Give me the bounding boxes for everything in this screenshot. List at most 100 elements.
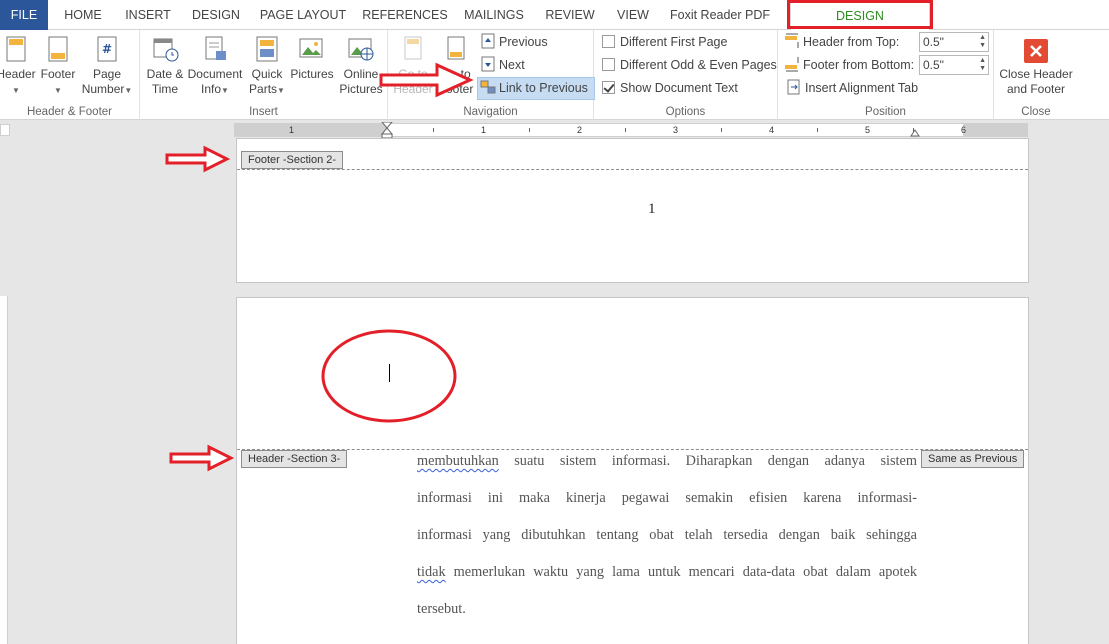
footer-from-bottom-label-row: Footer from Bottom:	[784, 55, 914, 75]
footer-icon	[48, 36, 68, 62]
spinner-arrows-icon[interactable]: ▲ ▼	[979, 34, 986, 50]
different-odd-even-checkbox[interactable]: Different Odd & Even Pages	[602, 55, 777, 75]
header-from-top-label-row: Header from Top:	[784, 32, 899, 52]
indent-marker-icon[interactable]	[381, 122, 393, 139]
caret-down-icon: ▼	[221, 86, 229, 95]
previous-button[interactable]: Previous	[480, 32, 548, 52]
body-line-text: tersebut.	[417, 601, 466, 617]
header-from-top-label: Header from Top:	[803, 35, 900, 49]
right-indent-marker-icon[interactable]	[910, 127, 920, 137]
annotation-arrow-header	[169, 444, 234, 472]
caret-down-icon: ▼	[12, 86, 20, 95]
page-number-icon: #	[97, 36, 117, 62]
body-line: membutuhkan suatu sistem informasi. Diha…	[417, 451, 917, 488]
tab-references[interactable]: REFERENCES	[362, 0, 448, 30]
close-header-footer-label-1: Close Header	[999, 67, 1073, 81]
footer-from-bottom-input[interactable]: 0.5" ▲ ▼	[919, 55, 989, 75]
ruler-tick	[625, 128, 626, 132]
page-number-button[interactable]: # Page Number▼	[80, 32, 134, 98]
group-position: Header from Top: 0.5" ▲ ▼ Footer from Bot…	[778, 30, 994, 120]
header-button[interactable]: Header ▼	[0, 32, 38, 98]
group-label-close: Close	[1021, 106, 1051, 118]
tab-home[interactable]: HOME	[56, 0, 110, 30]
vertical-ruler[interactable]	[0, 296, 8, 644]
spelling-flagged-word[interactable]: membutuhkan	[417, 453, 499, 469]
document-info-label-2: Info	[201, 82, 222, 96]
ruler-number: 3	[673, 125, 679, 135]
caret-down-icon: ▼	[54, 86, 62, 95]
tab-page-layout[interactable]: PAGE LAYOUT	[258, 0, 348, 30]
header-button-label: Header	[0, 67, 36, 81]
tab-view[interactable]: VIEW	[612, 0, 654, 30]
ruler-tick	[433, 128, 434, 132]
pictures-button[interactable]: Pictures	[288, 32, 336, 82]
group-label-navigation: Navigation	[463, 106, 518, 118]
horizontal-ruler[interactable]: 1 1 2 3 4 5 6	[234, 122, 1028, 139]
document-body-text[interactable]: membutuhkan suatu sistem informasi. Diha…	[417, 451, 917, 636]
tab-review[interactable]: REVIEW	[542, 0, 598, 30]
group-label-options: Options	[665, 106, 706, 118]
ruler-margin-left	[235, 124, 387, 136]
insert-alignment-tab-button[interactable]: Insert Alignment Tab	[786, 78, 918, 98]
header-icon	[6, 36, 26, 62]
group-header-footer: Header ▼ Footer ▼ # Page Number▼ Header & F…	[0, 30, 140, 120]
spinner-arrows-icon[interactable]: ▲ ▼	[979, 57, 986, 73]
ruler-tick	[721, 128, 722, 132]
checkbox-box[interactable]	[602, 81, 615, 94]
go-to-header-icon	[404, 36, 422, 60]
footer-boundary-line	[237, 169, 1028, 170]
online-pictures-icon	[348, 38, 374, 61]
ruler-number: 4	[769, 125, 775, 135]
checkbox-box[interactable]	[602, 58, 615, 71]
calendar-clock-icon	[153, 38, 179, 62]
page-number-field[interactable]: 1	[648, 201, 656, 218]
alignment-tab-icon	[787, 79, 800, 95]
footer-button[interactable]: Footer ▼	[38, 32, 78, 98]
tab-insert[interactable]: INSERT	[120, 0, 176, 30]
tab-file[interactable]: FILE	[0, 0, 48, 30]
ruler-tick	[817, 128, 818, 132]
different-first-page-checkbox[interactable]: Different First Page	[602, 32, 727, 52]
ruler-tick	[529, 128, 530, 132]
show-document-text-checkbox[interactable]: Show Document Text	[602, 78, 738, 98]
footer-from-bottom-value: 0.5"	[923, 58, 944, 72]
next-label: Next	[499, 58, 525, 72]
document-info-icon	[205, 36, 226, 60]
insert-alignment-tab-label: Insert Alignment Tab	[805, 81, 919, 95]
close-header-footer-button[interactable]: Close Header and Footer	[996, 36, 1076, 97]
next-section-icon	[481, 56, 495, 72]
body-line-text: informasi yang dibutuhkan tentang obat t…	[417, 527, 917, 543]
pictures-label: Pictures	[290, 67, 334, 81]
different-first-page-label: Different First Page	[620, 35, 728, 49]
tab-foxit-reader-pdf[interactable]: Foxit Reader PDF	[668, 0, 772, 30]
page-1-bottom: Footer -Section 2- 1	[236, 138, 1029, 283]
link-to-previous-button[interactable]: Link to Previous	[477, 77, 595, 100]
next-button[interactable]: Next	[480, 55, 525, 75]
date-time-label-1: Date &	[146, 67, 184, 81]
group-label-insert: Insert	[249, 106, 278, 118]
quick-parts-label-1: Quick	[251, 67, 283, 81]
previous-label: Previous	[499, 35, 548, 49]
date-time-button[interactable]: Date & Time	[144, 32, 186, 97]
tab-mailings[interactable]: MAILINGS	[460, 0, 528, 30]
word-window: FILE HOME INSERT DESIGN PAGE LAYOUT REFE…	[0, 0, 1109, 644]
online-pictures-label-2: Pictures	[339, 82, 383, 96]
online-pictures-label-1: Online	[343, 67, 379, 81]
body-line: tersebut.	[417, 599, 917, 636]
ribbon-tab-bar: FILE HOME INSERT DESIGN PAGE LAYOUT REFE…	[0, 0, 1109, 31]
header-from-top-input[interactable]: 0.5" ▲ ▼	[919, 32, 989, 52]
same-as-previous-tag: Same as Previous	[921, 450, 1025, 468]
header-from-top-icon	[785, 33, 799, 48]
ruler-number: 1	[481, 125, 487, 135]
body-line: informasi yang dibutuhkan tentang obat t…	[417, 525, 917, 562]
tab-design[interactable]: DESIGN	[188, 0, 244, 30]
quick-parts-button[interactable]: Quick Parts▼	[246, 32, 288, 98]
link-to-previous-label: Link to Previous	[499, 81, 588, 95]
date-time-label-2: Time	[151, 82, 179, 96]
checkbox-box[interactable]	[602, 35, 615, 48]
annotation-circle	[321, 329, 457, 423]
document-info-button[interactable]: Document Info▼	[186, 32, 244, 98]
spelling-flagged-word[interactable]: tidak	[417, 564, 446, 580]
header-section-3-tag: Header -Section 3-	[241, 450, 348, 468]
ruler-corner-tab-selector[interactable]	[0, 124, 10, 136]
